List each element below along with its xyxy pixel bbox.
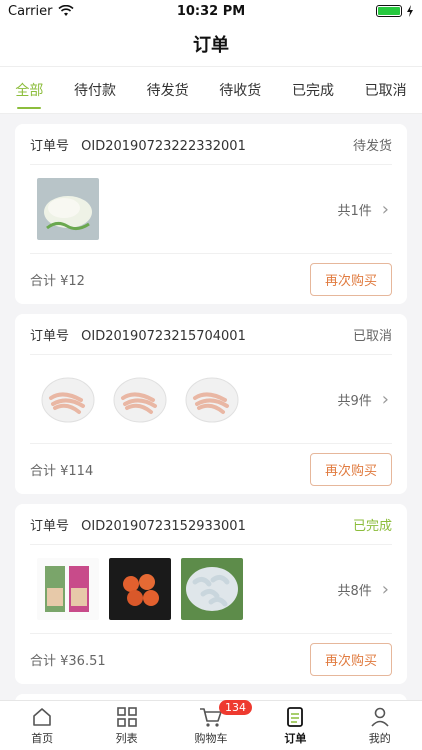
tab-pending-payment[interactable]: 待付款 xyxy=(74,67,116,113)
order-card[interactable]: 订单号 OID20190723152933001 已完成 共8件 › 合计 ¥3… xyxy=(15,504,407,684)
product-thumbnail xyxy=(109,558,171,620)
grid-icon xyxy=(116,706,138,728)
order-total: 合计 ¥36.51 xyxy=(30,653,106,669)
home-icon xyxy=(31,706,53,728)
rebuy-button[interactable]: 再次购买 xyxy=(309,642,392,676)
order-card[interactable]: 订单号 OID20190723215704001 已取消 共9件 › 合计 ¥1… xyxy=(15,314,407,494)
product-thumbnail xyxy=(109,368,171,430)
tab-profile[interactable]: 我的 xyxy=(350,706,410,746)
product-thumbnail xyxy=(37,178,99,240)
tab-cart[interactable]: 134 购物车 xyxy=(181,699,252,746)
cart-badge: 134 xyxy=(218,699,252,715)
tab-all[interactable]: 全部 xyxy=(15,67,43,113)
order-id: OID20190723152933001 xyxy=(81,518,246,534)
tab-pending-receipt[interactable]: 待收货 xyxy=(219,67,261,113)
order-status: 待发货 xyxy=(352,138,392,154)
product-thumbnail xyxy=(37,558,99,620)
order-id: OID20190723215704001 xyxy=(81,328,246,344)
order-status-tabs: 全部 待付款 待发货 待收货 已完成 已取消 xyxy=(0,66,422,114)
product-thumbnail xyxy=(181,558,243,620)
order-number-label: 订单号 xyxy=(30,518,70,534)
page-title: 订单 xyxy=(193,35,229,56)
order-total: 合计 ¥114 xyxy=(30,463,94,479)
carrier-label: Carrier xyxy=(8,3,53,19)
tab-list[interactable]: 列表 xyxy=(97,706,157,746)
order-items-row[interactable]: 共8件 › xyxy=(15,545,407,633)
tab-orders-label: 订单 xyxy=(284,731,307,745)
order-total: 合计 ¥12 xyxy=(30,273,85,289)
tab-home-label: 首页 xyxy=(31,731,54,745)
tab-completed[interactable]: 已完成 xyxy=(292,67,334,113)
clipboard-icon xyxy=(284,706,306,728)
chevron-right-icon: › xyxy=(381,578,389,600)
order-number-label: 订单号 xyxy=(30,138,70,154)
tab-list-label: 列表 xyxy=(115,731,138,745)
tab-profile-label: 我的 xyxy=(368,731,391,745)
chevron-right-icon: › xyxy=(381,388,389,410)
wifi-icon xyxy=(58,5,75,17)
order-id: OID20190723222332001 xyxy=(81,138,246,154)
order-status: 已取消 xyxy=(352,328,392,344)
bottom-tab-bar: 首页 列表 134 购物车 订单 我的 xyxy=(0,699,422,750)
order-list[interactable]: 订单号 OID20190723222332001 待发货 共1件 › 合计 ¥1… xyxy=(0,124,422,700)
charging-icon xyxy=(406,5,414,17)
tab-pending-shipment[interactable]: 待发货 xyxy=(147,67,189,113)
chevron-right-icon: › xyxy=(381,198,389,220)
tab-cancelled[interactable]: 已取消 xyxy=(365,67,407,113)
item-count: 共8件 xyxy=(337,583,372,599)
battery-icon xyxy=(376,5,402,17)
order-items-row[interactable]: 共1件 › xyxy=(15,165,407,253)
order-card[interactable]: 订单号 OID20190723222332001 待发货 共1件 › 合计 ¥1… xyxy=(15,124,407,304)
order-items-row[interactable]: 共9件 › xyxy=(15,355,407,443)
rebuy-button[interactable]: 再次购买 xyxy=(309,452,392,486)
rebuy-button[interactable]: 再次购买 xyxy=(309,262,392,296)
status-bar: Carrier 10:32 PM xyxy=(0,0,422,22)
product-thumbnail xyxy=(181,368,243,430)
item-count: 共9件 xyxy=(337,393,372,409)
tab-home[interactable]: 首页 xyxy=(12,706,72,746)
order-number-label: 订单号 xyxy=(30,328,70,344)
product-thumbnail xyxy=(37,368,99,430)
item-count: 共1件 xyxy=(337,203,372,219)
tab-cart-label: 购物车 xyxy=(194,731,228,745)
nav-bar: 订单 xyxy=(0,22,422,66)
user-icon xyxy=(369,706,391,728)
tab-orders[interactable]: 订单 xyxy=(265,706,325,746)
order-status: 已完成 xyxy=(352,518,392,534)
